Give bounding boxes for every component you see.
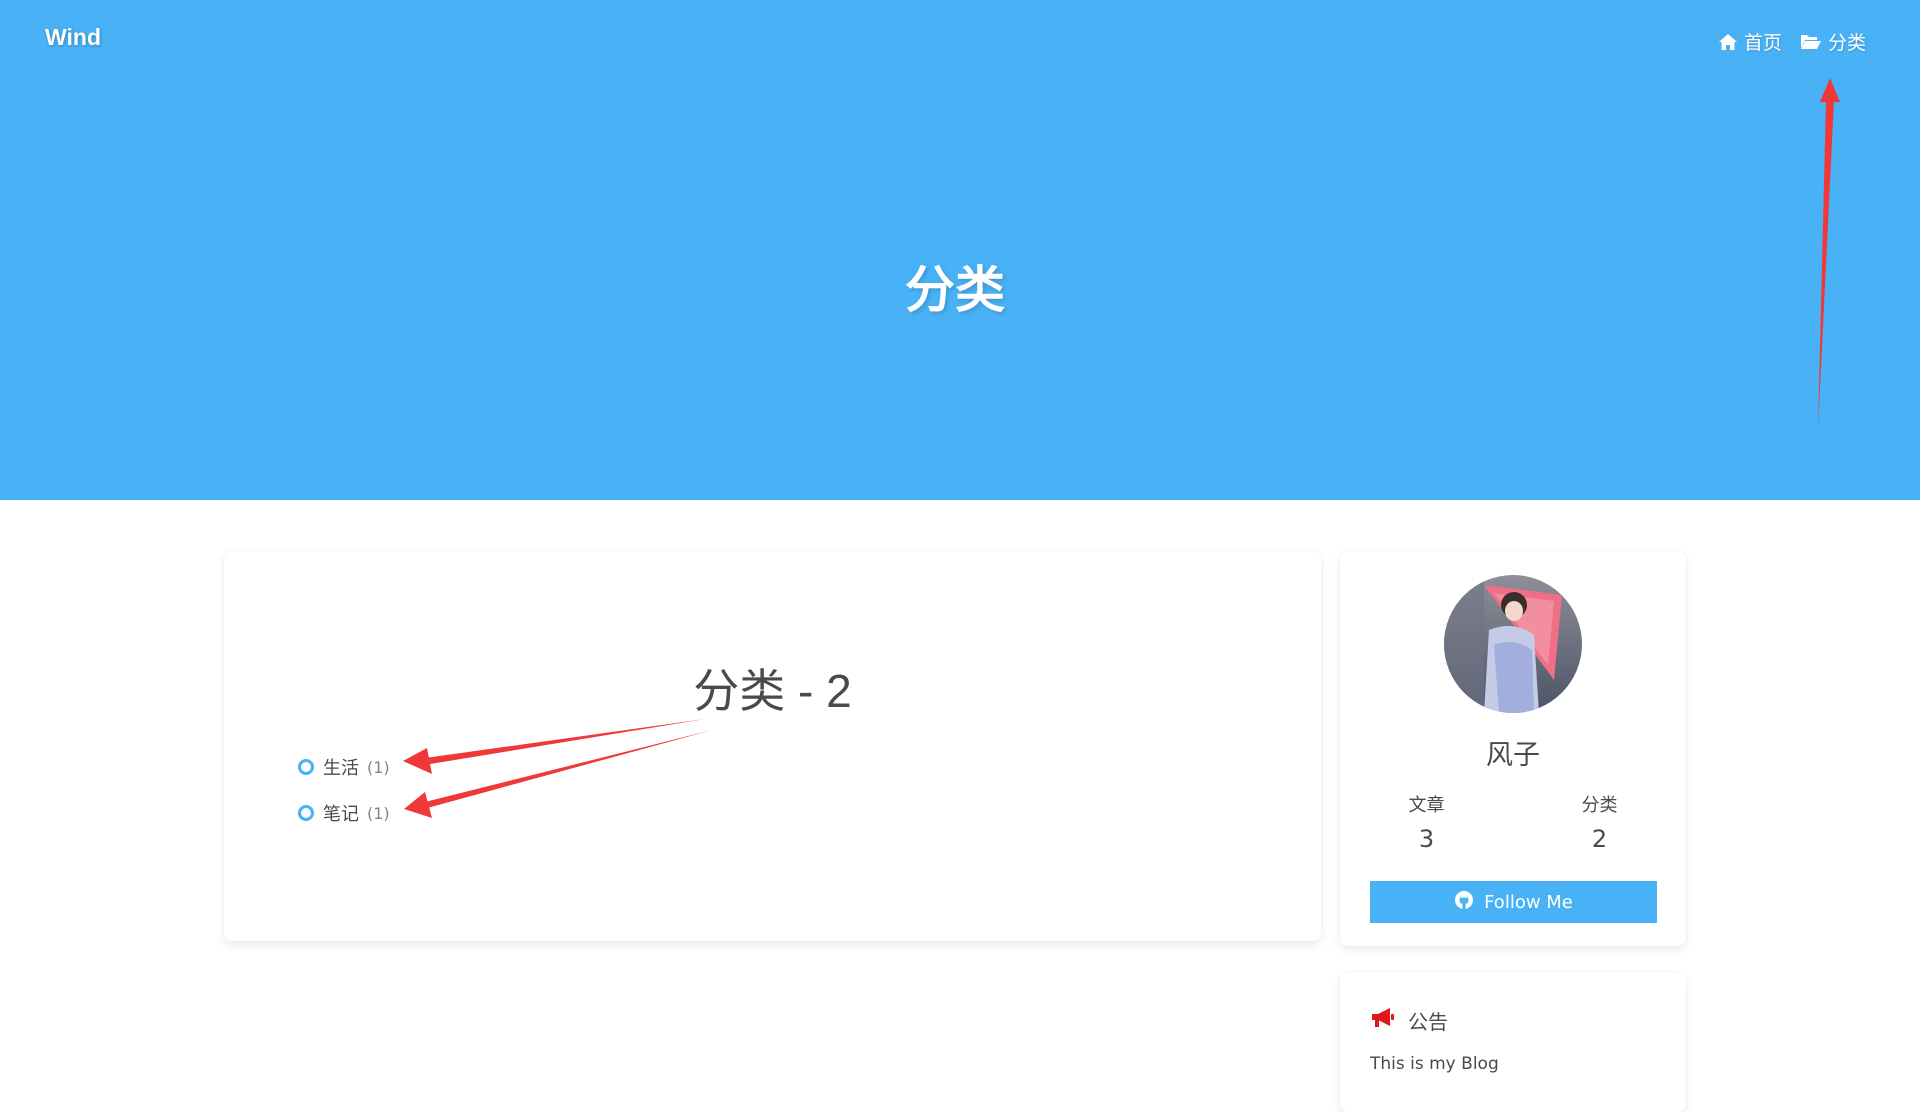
hero-title: 分类 (905, 261, 1005, 319)
categories-title: 分类 - 2 (693, 665, 852, 717)
category-list: 生活 (1) 笔记 (1) (298, 744, 390, 836)
stat-value: 3 (1418, 825, 1435, 853)
circle-bullet-icon (298, 805, 314, 821)
page-header: Wind 首页 分类 分类 (0, 0, 1920, 500)
stat-label: 分类 (1581, 795, 1618, 816)
announcement-title: 公告 (1408, 1010, 1448, 1034)
category-item-notes[interactable]: 笔记 (1) (298, 790, 390, 836)
nav-item-home[interactable]: 首页 (1718, 28, 1782, 55)
category-count: (1) (367, 757, 390, 777)
stat-value: 2 (1591, 825, 1608, 853)
announcement-header: 公告 (1370, 1006, 1448, 1035)
category-count: (1) (367, 803, 390, 823)
announcement-card: 公告 This is my Blog (1340, 972, 1686, 1112)
folder-open-icon (1800, 33, 1822, 50)
author-stats: 文章 3 分类 2 (1340, 791, 1686, 853)
categories-card: 分类 - 2 生活 (1) 笔记 (1) (224, 551, 1321, 941)
stat-categories[interactable]: 分类 2 (1513, 791, 1686, 853)
follow-me-label: Follow Me (1484, 891, 1573, 913)
category-item-life[interactable]: 生活 (1) (298, 744, 390, 790)
nav-item-categories-label: 分类 (1827, 32, 1866, 54)
nav-item-categories[interactable]: 分类 (1800, 28, 1866, 55)
follow-me-button[interactable]: Follow Me (1370, 881, 1657, 923)
announcement-text: This is my Blog (1370, 1054, 1499, 1074)
author-card: 风子 文章 3 分类 2 Follow Me (1340, 551, 1686, 946)
site-brand[interactable]: Wind (45, 24, 101, 51)
nav-item-home-label: 首页 (1743, 32, 1782, 54)
stat-articles[interactable]: 文章 3 (1340, 791, 1513, 853)
bullhorn-icon (1370, 1007, 1396, 1034)
stat-label: 文章 (1408, 795, 1445, 816)
home-icon (1718, 33, 1738, 51)
category-name[interactable]: 笔记 (323, 800, 359, 826)
top-nav: 首页 分类 (1718, 28, 1866, 55)
category-name[interactable]: 生活 (323, 754, 359, 780)
avatar (1444, 575, 1582, 713)
author-name: 风子 (1486, 740, 1540, 771)
github-icon (1454, 890, 1474, 915)
circle-bullet-icon (298, 759, 314, 775)
